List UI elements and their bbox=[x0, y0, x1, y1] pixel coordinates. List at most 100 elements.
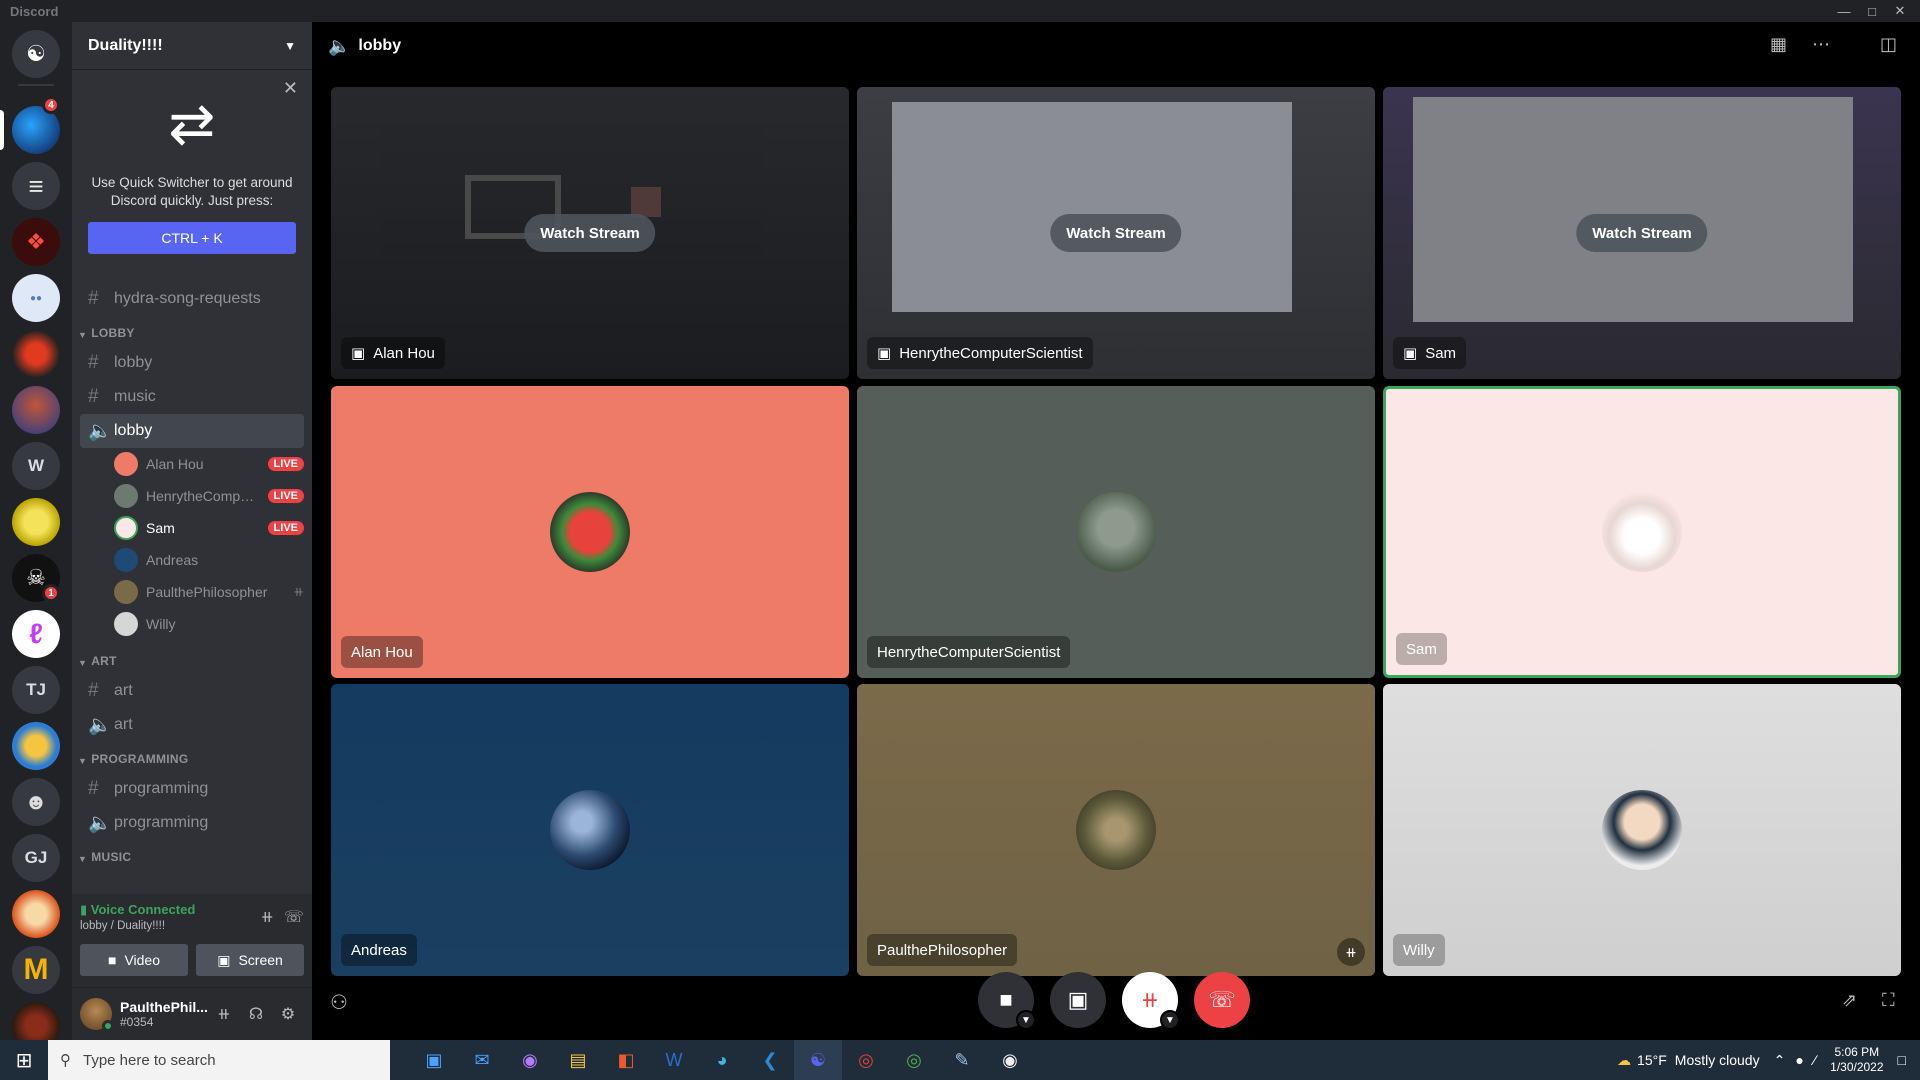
voice-user-henry[interactable]: HenrytheComputerScientist LIVE bbox=[114, 480, 304, 512]
close-icon[interactable]: ✕ bbox=[283, 78, 298, 99]
vscode-icon[interactable]: ❮ bbox=[746, 1040, 794, 1080]
participant-tile-alan[interactable]: Alan Hou bbox=[331, 386, 849, 678]
server-icon-8[interactable]: ℓ bbox=[12, 610, 60, 658]
chevron-down-icon[interactable]: ▼ bbox=[1016, 1010, 1036, 1030]
weather-text[interactable]: Mostly cloudy bbox=[1675, 1052, 1760, 1068]
watch-stream-button[interactable]: Watch Stream bbox=[1050, 214, 1182, 252]
channel-art-text[interactable]: # art bbox=[80, 674, 304, 708]
mic-muted-icon[interactable]: ⧺ bbox=[208, 998, 240, 1030]
close-window-icon[interactable]: ✕ bbox=[1886, 0, 1914, 22]
category-music[interactable]: ▼ MUSIC bbox=[72, 840, 312, 870]
notifications-icon[interactable]: □ bbox=[1898, 1052, 1906, 1068]
popout-icon[interactable]: ⇗ bbox=[1842, 990, 1857, 1011]
category-art[interactable]: ▼ ART bbox=[72, 644, 312, 674]
clock[interactable]: 5:06 PM 1/30/2022 bbox=[1830, 1045, 1883, 1075]
camera-toggle-button[interactable]: ■ ▼ bbox=[978, 972, 1036, 1030]
server-icon-layers[interactable]: ≡ bbox=[12, 162, 60, 210]
chevron-down-icon[interactable]: ▼ bbox=[1160, 1010, 1180, 1030]
channel-programming-voice[interactable]: 🔈 programming bbox=[80, 806, 304, 840]
channel-hydra-song-requests[interactable]: # hydra-song-requests bbox=[80, 282, 304, 316]
app-circle-icon[interactable]: ◉ bbox=[506, 1040, 554, 1080]
server-icon-10[interactable] bbox=[12, 890, 60, 938]
channel-programming-text[interactable]: # programming bbox=[80, 772, 304, 806]
maximize-icon[interactable]: □ bbox=[1858, 0, 1886, 22]
server-icon-2[interactable]: ❖ bbox=[12, 218, 60, 266]
noise-suppression-icon[interactable]: ⧺ bbox=[261, 907, 274, 927]
participant-tile-willy[interactable]: Willy bbox=[1383, 684, 1901, 976]
taskbar-apps: ▣ ✉ ◉ ▤ ◧ W ◕ ❮ ☯ ◎ ◎ ✎ ◉ bbox=[410, 1040, 1034, 1080]
server-icon-w[interactable]: W bbox=[12, 442, 60, 490]
server-icon-gj[interactable]: GJ bbox=[12, 834, 60, 882]
weather-temp[interactable]: 15°F bbox=[1637, 1052, 1667, 1068]
server-icon-4[interactable] bbox=[12, 330, 60, 378]
music-app-icon[interactable]: ◎ bbox=[842, 1040, 890, 1080]
stage-header: 🔈 lobby bbox=[312, 22, 1920, 70]
server-icon-5[interactable] bbox=[12, 386, 60, 434]
edge-icon[interactable]: ◕ bbox=[698, 1040, 746, 1080]
screen-share-button[interactable]: ▣ Screen bbox=[196, 944, 304, 976]
network-icon[interactable]: ∕ bbox=[1814, 1052, 1816, 1068]
discord-taskbar-icon[interactable]: ☯ bbox=[794, 1040, 842, 1080]
disconnect-button[interactable]: ☏ bbox=[1194, 972, 1250, 1028]
avatar[interactable] bbox=[80, 998, 114, 1032]
stream-tile-sam[interactable]: Watch Stream ▣ Sam bbox=[1383, 87, 1901, 379]
mic-icon[interactable]: ● bbox=[1795, 1052, 1803, 1068]
stream-tile-henry[interactable]: Watch Stream ▣ HenrytheComputerScientist bbox=[857, 87, 1375, 379]
word-icon[interactable]: W bbox=[650, 1040, 698, 1080]
channel-lobby-voice[interactable]: 🔈 lobby bbox=[80, 414, 304, 448]
screen-share-toggle-button[interactable]: ▣ bbox=[1050, 972, 1106, 1028]
voice-user-paul[interactable]: PaulthePhilosopher ⧺ bbox=[114, 576, 304, 608]
chrome-icon[interactable]: ◎ bbox=[890, 1040, 938, 1080]
stream-tile-alan[interactable]: Watch Stream ▣ Alan Hou bbox=[331, 87, 849, 379]
voice-user-andreas[interactable]: Andreas bbox=[114, 544, 304, 576]
media-app-icon[interactable]: ◉ bbox=[986, 1040, 1034, 1080]
participant-tile-henry[interactable]: HenrytheComputerScientist bbox=[857, 386, 1375, 678]
watch-stream-button[interactable]: Watch Stream bbox=[524, 214, 656, 252]
guild-header[interactable]: Duality!!!! ▼ bbox=[72, 22, 312, 70]
minimize-icon[interactable]: — bbox=[1830, 0, 1858, 22]
channel-lobby-text[interactable]: # lobby bbox=[80, 346, 304, 380]
grid-layout-icon[interactable]: ▦ bbox=[1770, 34, 1787, 55]
paint-icon[interactable]: ✎ bbox=[938, 1040, 986, 1080]
participant-tile-andreas[interactable]: Andreas bbox=[331, 684, 849, 976]
voice-user-alan-hou[interactable]: Alan Hou LIVE bbox=[114, 448, 304, 480]
stream-preview-window bbox=[1413, 97, 1853, 322]
channel-art-voice[interactable]: 🔈 art bbox=[80, 708, 304, 742]
server-icon-m[interactable]: M bbox=[12, 946, 60, 994]
mail-icon[interactable]: ✉ bbox=[458, 1040, 506, 1080]
mute-toggle-button[interactable]: ⧺ ▼ bbox=[1122, 972, 1180, 1030]
video-button[interactable]: ■ Video bbox=[80, 944, 188, 976]
taskbar-search[interactable]: ⚲ Type here to search bbox=[48, 1040, 390, 1080]
chevron-up-icon[interactable]: ⌃ bbox=[1774, 1052, 1786, 1069]
quick-switcher-shortcut-button[interactable]: CTRL + K bbox=[88, 222, 296, 254]
server-icon-tj[interactable]: TJ bbox=[12, 666, 60, 714]
channel-music-text[interactable]: # music bbox=[80, 380, 304, 414]
participant-tile-paul[interactable]: PaulthePhilosopher ⧺ bbox=[857, 684, 1375, 976]
gear-icon[interactable]: ⚙ bbox=[272, 998, 304, 1030]
office-icon[interactable]: ◧ bbox=[602, 1040, 650, 1080]
headphones-icon[interactable]: ☊ bbox=[240, 998, 272, 1030]
more-options-icon[interactable]: ⋯ bbox=[1812, 34, 1830, 55]
popout-chat-icon[interactable]: ◫ bbox=[1880, 34, 1897, 55]
participant-tile-sam[interactable]: Sam bbox=[1383, 386, 1901, 678]
voice-user-sam[interactable]: Sam LIVE bbox=[114, 512, 304, 544]
watch-stream-button[interactable]: Watch Stream bbox=[1576, 214, 1708, 252]
live-badge: LIVE bbox=[267, 457, 304, 471]
server-icon-9[interactable] bbox=[12, 722, 60, 770]
add-user-icon[interactable]: ⚇ bbox=[330, 990, 348, 1015]
windows-start-icon[interactable]: ⊞ bbox=[0, 1040, 48, 1080]
server-icon-6[interactable] bbox=[12, 498, 60, 546]
store-icon[interactable]: ▣ bbox=[410, 1040, 458, 1080]
fullscreen-icon[interactable]: ⛶ bbox=[1882, 990, 1895, 1011]
voice-status[interactable]: ▮ Voice Connected bbox=[80, 902, 195, 918]
voice-location[interactable]: lobby / Duality!!!! bbox=[80, 920, 195, 932]
voice-user-willy[interactable]: Willy bbox=[114, 608, 304, 640]
server-icon-3[interactable]: ●● bbox=[12, 274, 60, 322]
home-discord-icon[interactable]: ☯ bbox=[12, 30, 60, 78]
server-icon-controller[interactable]: ☻ bbox=[12, 778, 60, 826]
server-icon-11[interactable] bbox=[12, 1002, 60, 1040]
category-programming[interactable]: ▼ PROGRAMMING bbox=[72, 742, 312, 772]
category-lobby[interactable]: ▼ LOBBY bbox=[72, 316, 312, 346]
folder-icon[interactable]: ▤ bbox=[554, 1040, 602, 1080]
disconnect-icon[interactable]: ☏ bbox=[284, 907, 304, 927]
